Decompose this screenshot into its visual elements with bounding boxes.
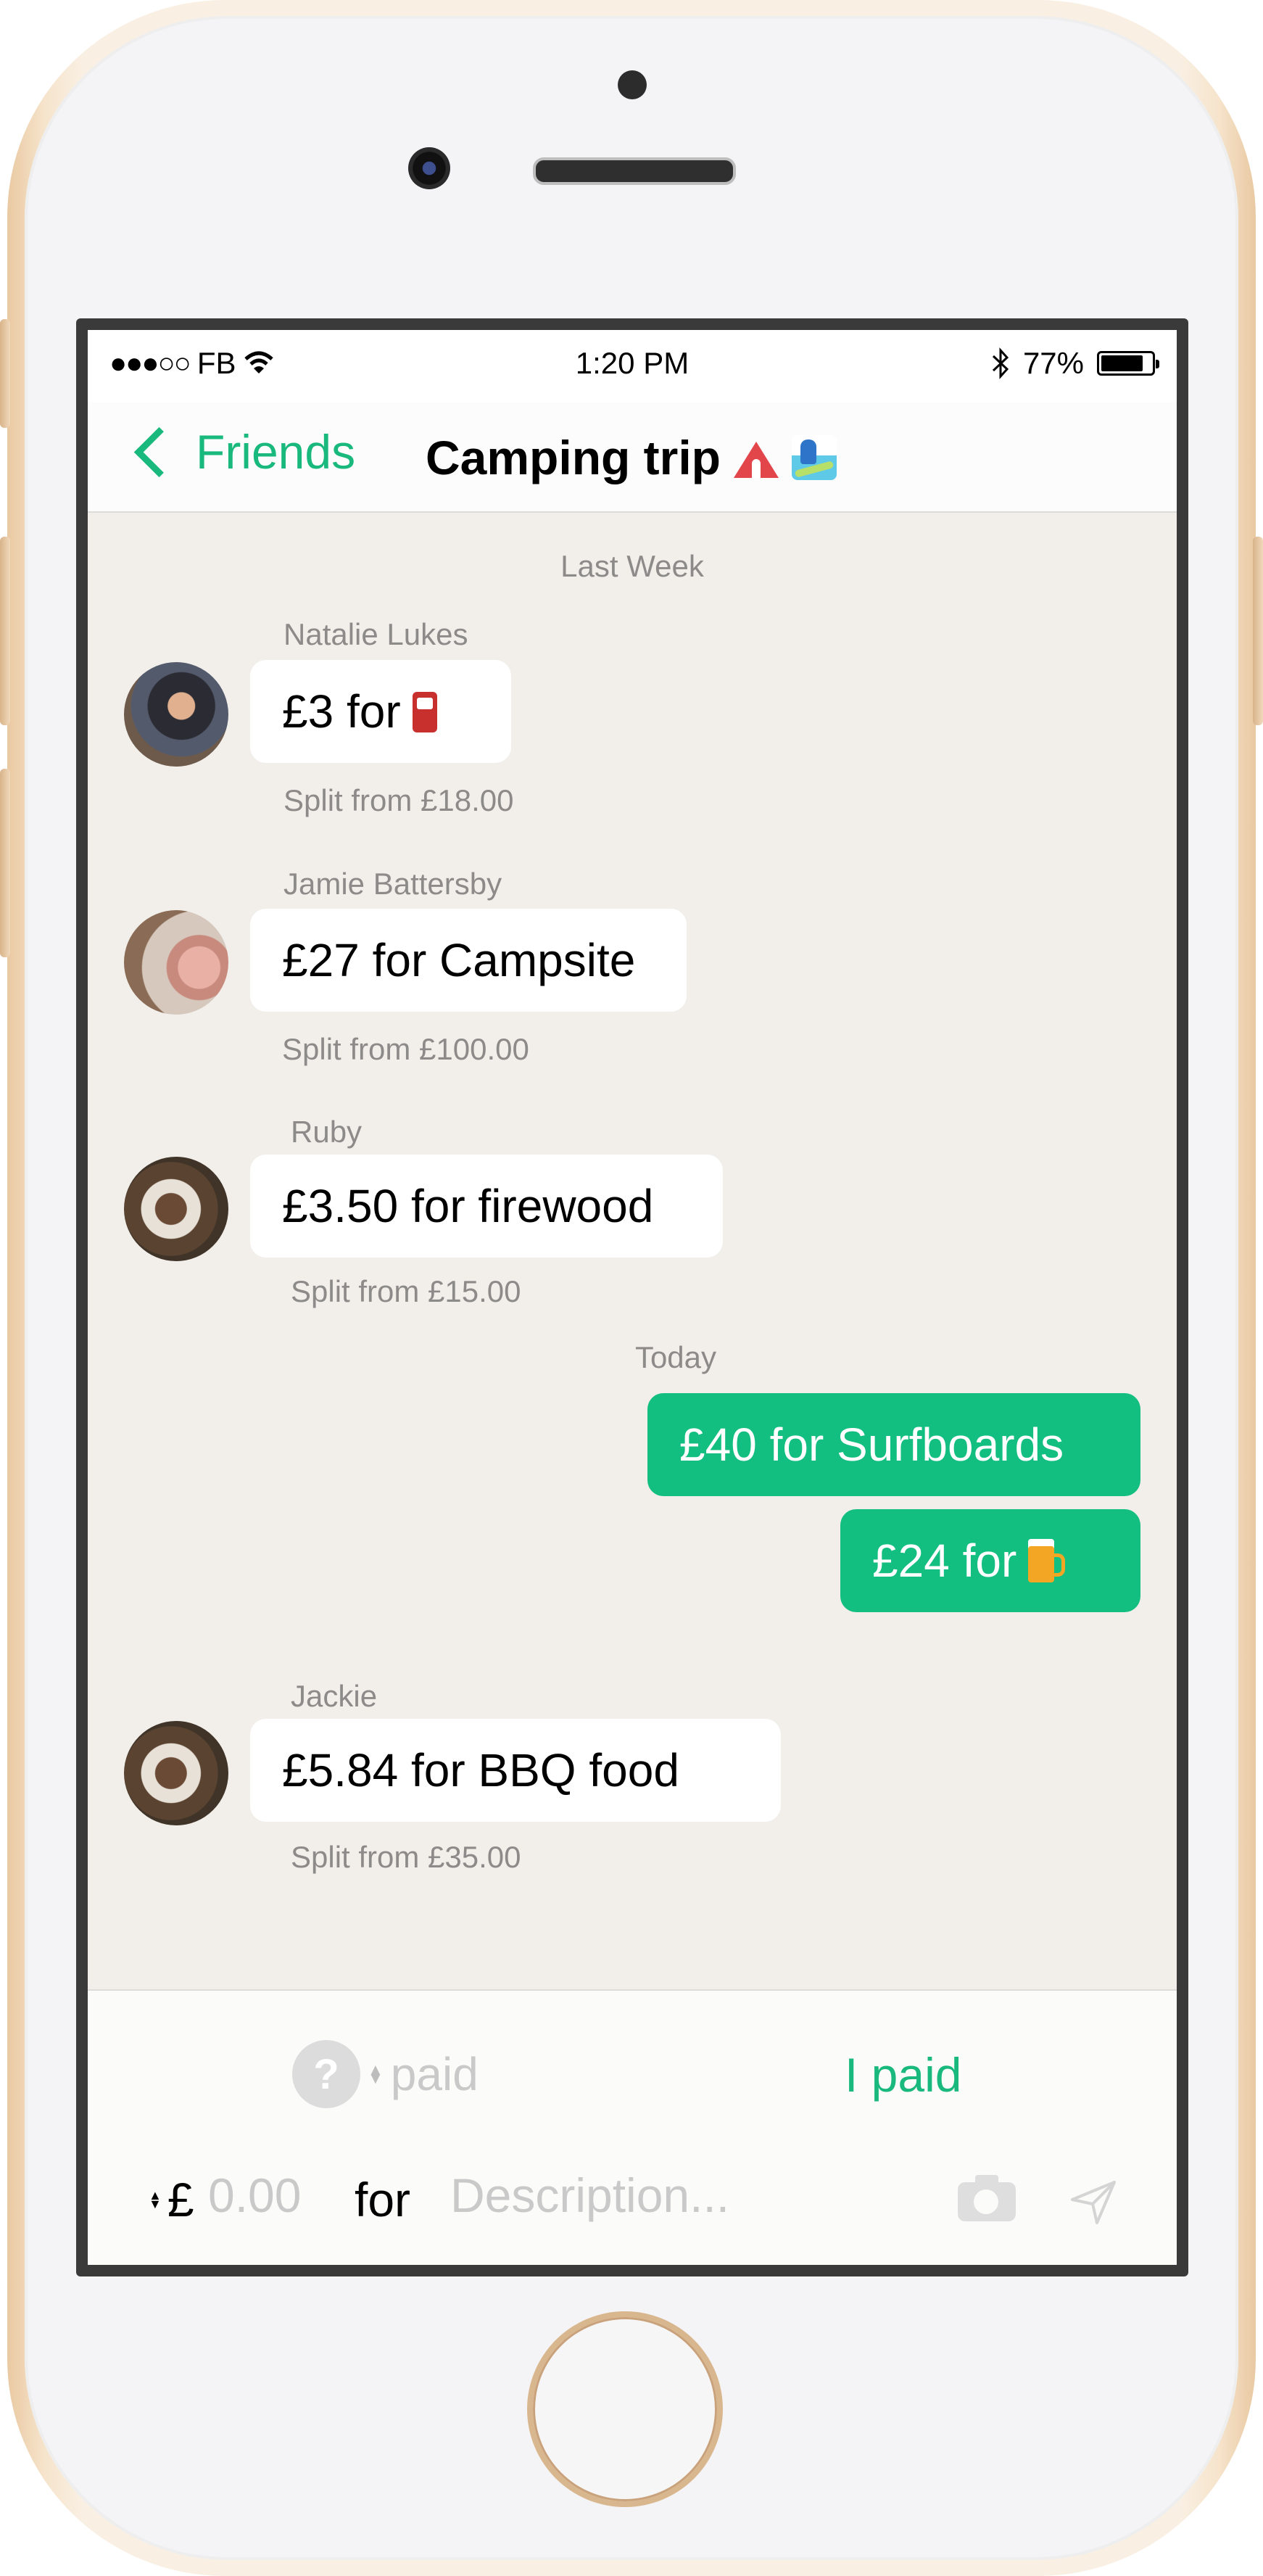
display: ●●●○○ FB 1:20 PM 77% Friends Camping tri… <box>88 330 1177 2265</box>
surfer-icon <box>792 435 837 480</box>
screen-frame: ●●●○○ FB 1:20 PM 77% Friends Camping tri… <box>76 318 1188 2276</box>
status-right: 77% <box>991 346 1159 381</box>
volume-down-button <box>0 769 10 957</box>
expense-input-row: ▲▼ £ for <box>88 2158 1177 2237</box>
mute-switch <box>0 319 10 428</box>
up-down-arrows-icon: ▲ ▼ <box>149 2188 162 2211</box>
message-bubble[interactable]: £3.50 for firewood <box>250 1155 723 1258</box>
proximity-sensor <box>618 70 647 99</box>
message-bubble[interactable]: £5.84 for BBQ food <box>250 1719 781 1822</box>
unknown-payer-icon: ? <box>292 2040 360 2108</box>
phone-frame: ●●●○○ FB 1:20 PM 77% Friends Camping tri… <box>0 0 1263 2576</box>
back-label: Friends <box>196 425 356 479</box>
payer-selector[interactable]: ? ▲ ▼ paid <box>292 2040 479 2108</box>
circus-tent-icon <box>734 437 779 478</box>
message-text: £24 for <box>872 1535 1017 1587</box>
beer-mug-icon <box>1028 1539 1066 1582</box>
home-button[interactable] <box>533 2317 717 2501</box>
split-note: Split from £35.00 <box>291 1840 521 1874</box>
currency-selector[interactable]: ▲ ▼ £ <box>149 2172 194 2227</box>
my-message-bubble[interactable]: £24 for <box>840 1509 1140 1612</box>
my-message-bubble[interactable]: £40 for Surfboards <box>647 1393 1140 1496</box>
i-paid-button[interactable]: I paid <box>845 2047 961 2102</box>
message-text: £3.50 for firewood <box>282 1180 654 1232</box>
message-text: £5.84 for BBQ food <box>282 1744 679 1796</box>
avatar[interactable] <box>124 662 228 767</box>
up-down-arrows-icon: ▲ ▼ <box>368 2060 384 2087</box>
navigation-bar: Friends Camping trip <box>88 402 1177 513</box>
battery-percentage: 77% <box>1022 346 1084 380</box>
camera-icon[interactable] <box>958 2175 1016 2221</box>
message-text: £27 for Campsite <box>282 934 636 986</box>
date-separator-last-week: Last Week <box>560 549 704 583</box>
expense-composer: ? ▲▼ paid I paid ▲▼ £ for <box>88 1989 1177 2265</box>
status-bar: ●●●○○ FB 1:20 PM 77% <box>88 330 1177 402</box>
payer-label: paid <box>390 2048 479 2100</box>
split-note: Split from £15.00 <box>291 1274 521 1308</box>
chevron-left-icon <box>133 426 185 477</box>
avatar[interactable] <box>124 910 228 1015</box>
fuel-pump-icon <box>412 690 447 732</box>
conversation-title: Camping trip <box>426 430 837 485</box>
message-sender: Jackie <box>291 1679 378 1713</box>
message-text: £3 for <box>282 685 401 738</box>
title-text: Camping trip <box>426 431 721 484</box>
send-icon[interactable] <box>1068 2176 1119 2227</box>
avatar[interactable] <box>124 1721 228 1825</box>
power-button <box>1253 537 1263 725</box>
split-note: Split from £100.00 <box>282 1032 529 1066</box>
battery-icon <box>1097 351 1159 376</box>
message-bubble[interactable]: £3 for <box>250 660 511 763</box>
amount-input[interactable] <box>208 2168 317 2223</box>
date-separator-today: Today <box>634 1340 717 1374</box>
message-text: £40 for Surfboards <box>679 1419 1064 1471</box>
message-sender: Jamie Battersby <box>283 867 502 901</box>
front-camera <box>408 147 450 189</box>
bluetooth-icon <box>992 347 1009 379</box>
volume-up-button <box>0 537 10 725</box>
earpiece-speaker <box>533 157 736 185</box>
description-input[interactable] <box>450 2168 856 2223</box>
back-button[interactable]: Friends <box>128 424 355 479</box>
message-bubble[interactable]: £27 for Campsite <box>250 909 687 1012</box>
avatar[interactable] <box>124 1157 228 1261</box>
split-note: Split from £18.00 <box>283 783 514 817</box>
for-label: for <box>355 2173 411 2226</box>
message-sender: Ruby <box>291 1115 363 1149</box>
message-sender: Natalie Lukes <box>283 617 468 651</box>
currency-symbol: £ <box>167 2173 194 2226</box>
